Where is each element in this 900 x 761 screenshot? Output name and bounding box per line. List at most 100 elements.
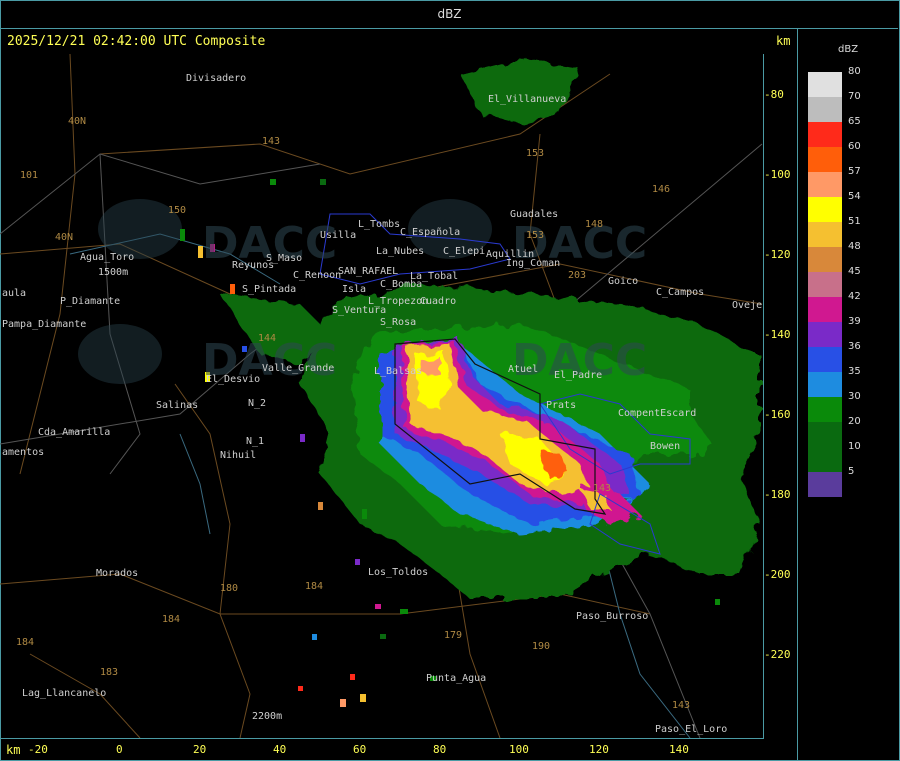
y-tick: -160 <box>764 408 791 421</box>
place-label: Prats <box>546 400 577 411</box>
route-label: 190 <box>532 641 551 652</box>
route-label: 183 <box>100 667 119 678</box>
legend-swatch <box>808 97 842 122</box>
route-label: 143 <box>262 136 281 147</box>
route-label: 184 <box>162 614 181 625</box>
route-label: 146 <box>652 184 671 195</box>
legend-label: 42 <box>848 291 861 302</box>
place-label: Usilla <box>320 230 357 241</box>
place-label: aula <box>2 288 27 299</box>
route-label: 179 <box>444 630 463 641</box>
place-label: Morados <box>96 568 139 579</box>
y-tick: -100 <box>764 168 791 181</box>
place-label: 1500m <box>98 267 129 278</box>
route-label: 101 <box>20 170 39 181</box>
x-tick: 120 <box>589 743 609 756</box>
legend-label: 20 <box>848 416 861 427</box>
place-label: C_Campos <box>656 287 705 298</box>
route-label: 144 <box>258 333 277 344</box>
x-tick: 100 <box>509 743 529 756</box>
y-tick: -120 <box>764 248 791 261</box>
legend-label: 30 <box>848 391 861 402</box>
legend-label: 70 <box>848 91 861 102</box>
y-tick: -220 <box>764 648 791 661</box>
place-label: CompentEscard <box>618 408 697 419</box>
route-label: 150 <box>168 205 187 216</box>
route-label: 184 <box>305 581 324 592</box>
place-label: Agua_Toro <box>80 252 135 263</box>
legend-swatch <box>808 172 842 197</box>
x-tick: 80 <box>433 743 447 756</box>
place-label: 2200m <box>252 711 283 722</box>
legend-label: 45 <box>848 266 861 277</box>
place-label: SAN_RAFAEL <box>338 266 399 277</box>
legend-label: 54 <box>848 191 861 202</box>
place-label: Isla <box>342 284 367 295</box>
x-tick: 40 <box>273 743 287 756</box>
route-label: 143 <box>593 483 612 494</box>
place-label: Nihuil <box>220 450 257 461</box>
place-label: amentos <box>2 447 45 458</box>
place-label: Valle_Grande <box>262 363 335 374</box>
place-label: S_Rosa <box>380 317 417 328</box>
legend-label: 10 <box>848 441 861 452</box>
legend-swatch <box>808 147 842 172</box>
route-label: 203 <box>568 270 587 281</box>
place-label: Ing_Coman <box>506 258 561 269</box>
legend-label: 60 <box>848 141 861 152</box>
place-label: Bowen <box>650 441 681 452</box>
legend-label: 57 <box>848 166 861 177</box>
place-label: Paso_El_Loro <box>655 724 728 735</box>
legend-title: dBZ <box>838 44 859 55</box>
place-label: El_Villanueva <box>488 94 567 105</box>
sidebar-divider <box>797 28 798 760</box>
route-label: 143 <box>672 700 691 711</box>
place-label: El_Padre <box>554 370 603 381</box>
route-label: 40N <box>55 232 74 243</box>
place-label: P_Diamante <box>60 296 121 307</box>
place-label: Oveje <box>732 300 763 311</box>
place-label: N_1 <box>246 436 265 447</box>
place-label: S_Pintada <box>242 284 297 295</box>
place-label: Lag_Llancanelo <box>22 688 107 699</box>
y-unit-label: km <box>776 34 791 48</box>
place-label: Salinas <box>156 400 199 411</box>
place-label: Cda_Amarilla <box>38 427 111 438</box>
route-label: 40N <box>68 116 87 127</box>
y-tick: -80 <box>764 88 784 101</box>
y-tick: -180 <box>764 488 791 501</box>
place-label: Goico <box>608 276 639 287</box>
x-tick: -20 <box>28 743 48 756</box>
legend-swatch <box>808 197 842 222</box>
plot-border <box>1 54 764 739</box>
legend-label: 80 <box>848 66 861 77</box>
legend-swatch <box>808 347 842 372</box>
legend-swatch <box>808 222 842 247</box>
place-label: C_Española <box>400 227 461 238</box>
place-label: N_2 <box>248 398 267 409</box>
x-tick: 0 <box>116 743 123 756</box>
place-label: S_Maso <box>266 253 303 264</box>
place-label: C_Renoon <box>293 270 342 281</box>
composite-timestamp: 2025/12/21 02:42:00 UTC Composite <box>7 34 266 49</box>
place-label: S_Ventura <box>332 305 387 316</box>
place-label: Paso_Burroso <box>576 611 649 622</box>
legend-swatch <box>808 397 842 422</box>
legend-swatch <box>808 272 842 297</box>
place-label: Atuel <box>508 364 539 375</box>
place-label: El_Desvio <box>206 374 261 385</box>
legend-label: 48 <box>848 241 861 252</box>
x-unit-label: km <box>6 743 21 757</box>
legend-label: 5 <box>848 466 855 477</box>
x-tick: 140 <box>669 743 689 756</box>
legend-swatch <box>808 447 842 472</box>
header-title: dBZ <box>437 7 462 21</box>
legend-swatch <box>808 297 842 322</box>
place-label: L_Tombs <box>358 219 401 230</box>
legend-label: 35 <box>848 366 861 377</box>
legend-swatch <box>808 122 842 147</box>
place-label: Divisadero <box>186 73 247 84</box>
x-tick: 20 <box>193 743 207 756</box>
route-label: 153 <box>526 230 545 241</box>
header-bar: dBZ <box>1 1 898 29</box>
